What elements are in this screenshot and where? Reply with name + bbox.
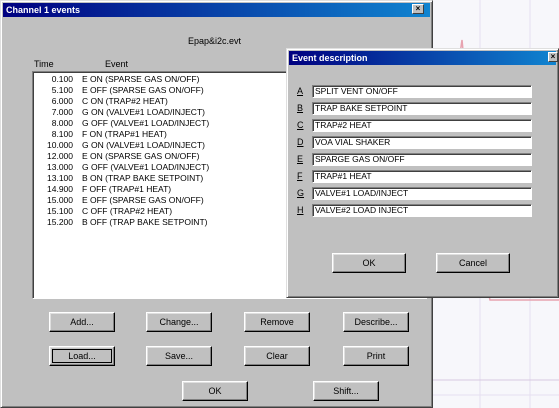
describe-button[interactable]: Describe...	[343, 312, 409, 332]
event-time: 6.000	[51, 96, 73, 106]
description-field[interactable]: TRAP#1 HEAT	[312, 170, 532, 183]
remove-button[interactable]: Remove	[244, 312, 310, 332]
events-filename: Epap&i2c.evt	[188, 36, 242, 46]
event-row[interactable]: 13.000 G OFF (VALVE#1 LOAD/INJECT)	[37, 163, 209, 172]
description-key: A	[297, 86, 304, 96]
description-field[interactable]: TRAP#2 HEAT	[312, 119, 532, 132]
event-row[interactable]: 8.100 F ON (TRAP#1 HEAT)	[37, 130, 167, 139]
load-button[interactable]: Load...	[49, 346, 115, 366]
description-key: B	[297, 103, 304, 113]
event-text: F ON (TRAP#1 HEAT)	[82, 129, 167, 139]
event-text: G OFF (VALVE#1 LOAD/INJECT)	[82, 118, 210, 128]
description-field[interactable]: SPARGE GAS ON/OFF	[312, 153, 532, 166]
event-description-window: Event description A SPLIT VENT ON/OFF B TRA…	[286, 48, 559, 298]
clear-button[interactable]: Clear	[244, 346, 310, 366]
shift-button[interactable]: Shift...	[313, 381, 379, 401]
ok-button[interactable]: OK	[182, 381, 248, 401]
event-row[interactable]: 6.000 C ON (TRAP#2 HEAT)	[37, 97, 168, 106]
change-button[interactable]: Change...	[146, 312, 212, 332]
event-text: B ON (TRAP BAKE SETPOINT)	[82, 173, 204, 183]
event-row[interactable]: 15.000 E OFF (SPARSE GAS ON/OFF)	[37, 196, 204, 205]
description-key: C	[297, 120, 304, 130]
event-row[interactable]: 15.100 C OFF (TRAP#2 HEAT)	[37, 207, 172, 216]
event-time: 7.000	[51, 107, 73, 117]
event-row[interactable]: 12.000 E ON (SPARSE GAS ON/OFF)	[37, 152, 199, 161]
description-field[interactable]: VALVE#2 LOAD INJECT	[312, 204, 532, 217]
description-key: H	[297, 205, 304, 215]
event-row[interactable]: 0.100 E ON (SPARSE GAS ON/OFF)	[37, 74, 200, 84]
event-time: 8.000	[51, 118, 73, 128]
description-field[interactable]: VOA VIAL SHAKER	[312, 136, 532, 149]
event-text: C OFF (TRAP#2 HEAT)	[82, 206, 173, 216]
event-text: C ON (TRAP#2 HEAT)	[82, 96, 168, 106]
add-button[interactable]: Add...	[49, 312, 115, 332]
event-text: G OFF (VALVE#1 LOAD/INJECT)	[82, 162, 210, 172]
close-icon[interactable]: ×	[412, 4, 424, 14]
description-field[interactable]: TRAP BAKE SETPOINT	[312, 102, 532, 115]
event-time: 15.200	[47, 217, 73, 227]
event-time: 15.000	[47, 195, 73, 205]
event-text: E ON (SPARSE GAS ON/OFF)	[82, 74, 200, 84]
event-time: 12.000	[47, 151, 73, 161]
channel-events-titlebar[interactable]: Channel 1 events	[3, 3, 430, 17]
event-text: B OFF (TRAP BAKE SETPOINT)	[82, 217, 208, 227]
event-row[interactable]: 5.100 E OFF (SPARSE GAS ON/OFF)	[37, 86, 204, 95]
event-column-header: Event	[105, 59, 129, 69]
event-text: E OFF (SPARSE GAS ON/OFF)	[82, 85, 204, 95]
event-row[interactable]: 14.900 F OFF (TRAP#1 HEAT)	[37, 185, 171, 194]
close-icon[interactable]: ×	[548, 52, 558, 62]
description-field[interactable]: SPLIT VENT ON/OFF	[312, 85, 532, 98]
time-column-header: Time	[34, 59, 54, 69]
event-description-titlebar[interactable]: Event description	[289, 51, 556, 65]
event-time: 15.100	[47, 206, 73, 216]
desc-cancel-button[interactable]: Cancel	[436, 253, 510, 273]
description-key: F	[297, 171, 303, 181]
event-time: 8.100	[51, 129, 73, 139]
event-row[interactable]: 7.000 G ON (VALVE#1 LOAD/INJECT)	[37, 108, 205, 117]
event-text: E OFF (SPARSE GAS ON/OFF)	[82, 195, 204, 205]
event-row[interactable]: 13.100 B ON (TRAP BAKE SETPOINT)	[37, 174, 203, 183]
event-time: 13.000	[47, 162, 73, 172]
event-time: 13.100	[47, 173, 73, 183]
event-time: 14.900	[47, 184, 73, 194]
event-time: 5.100	[51, 85, 73, 95]
event-description-title: Event description	[292, 53, 368, 63]
desc-ok-button[interactable]: OK	[332, 253, 406, 273]
description-key: E	[297, 154, 304, 164]
save-button[interactable]: Save...	[146, 346, 212, 366]
description-key: G	[297, 188, 305, 198]
event-time: 10.000	[47, 140, 73, 150]
description-field[interactable]: VALVE#1 LOAD/INJECT	[312, 187, 532, 200]
event-time: 0.100	[51, 74, 73, 84]
description-key: D	[297, 137, 304, 147]
event-row[interactable]: 10.000 G ON (VALVE#1 LOAD/INJECT)	[37, 141, 205, 150]
event-row[interactable]: 8.000 G OFF (VALVE#1 LOAD/INJECT)	[37, 118, 210, 128]
event-text: F OFF (TRAP#1 HEAT)	[82, 184, 172, 194]
event-text: G ON (VALVE#1 LOAD/INJECT)	[82, 107, 205, 117]
event-text: E ON (SPARSE GAS ON/OFF)	[82, 151, 200, 161]
channel-events-title: Channel 1 events	[6, 5, 81, 15]
print-button[interactable]: Print	[343, 346, 409, 366]
event-text: G ON (VALVE#1 LOAD/INJECT)	[82, 140, 205, 150]
event-row[interactable]: 15.200 B OFF (TRAP BAKE SETPOINT)	[37, 218, 207, 227]
